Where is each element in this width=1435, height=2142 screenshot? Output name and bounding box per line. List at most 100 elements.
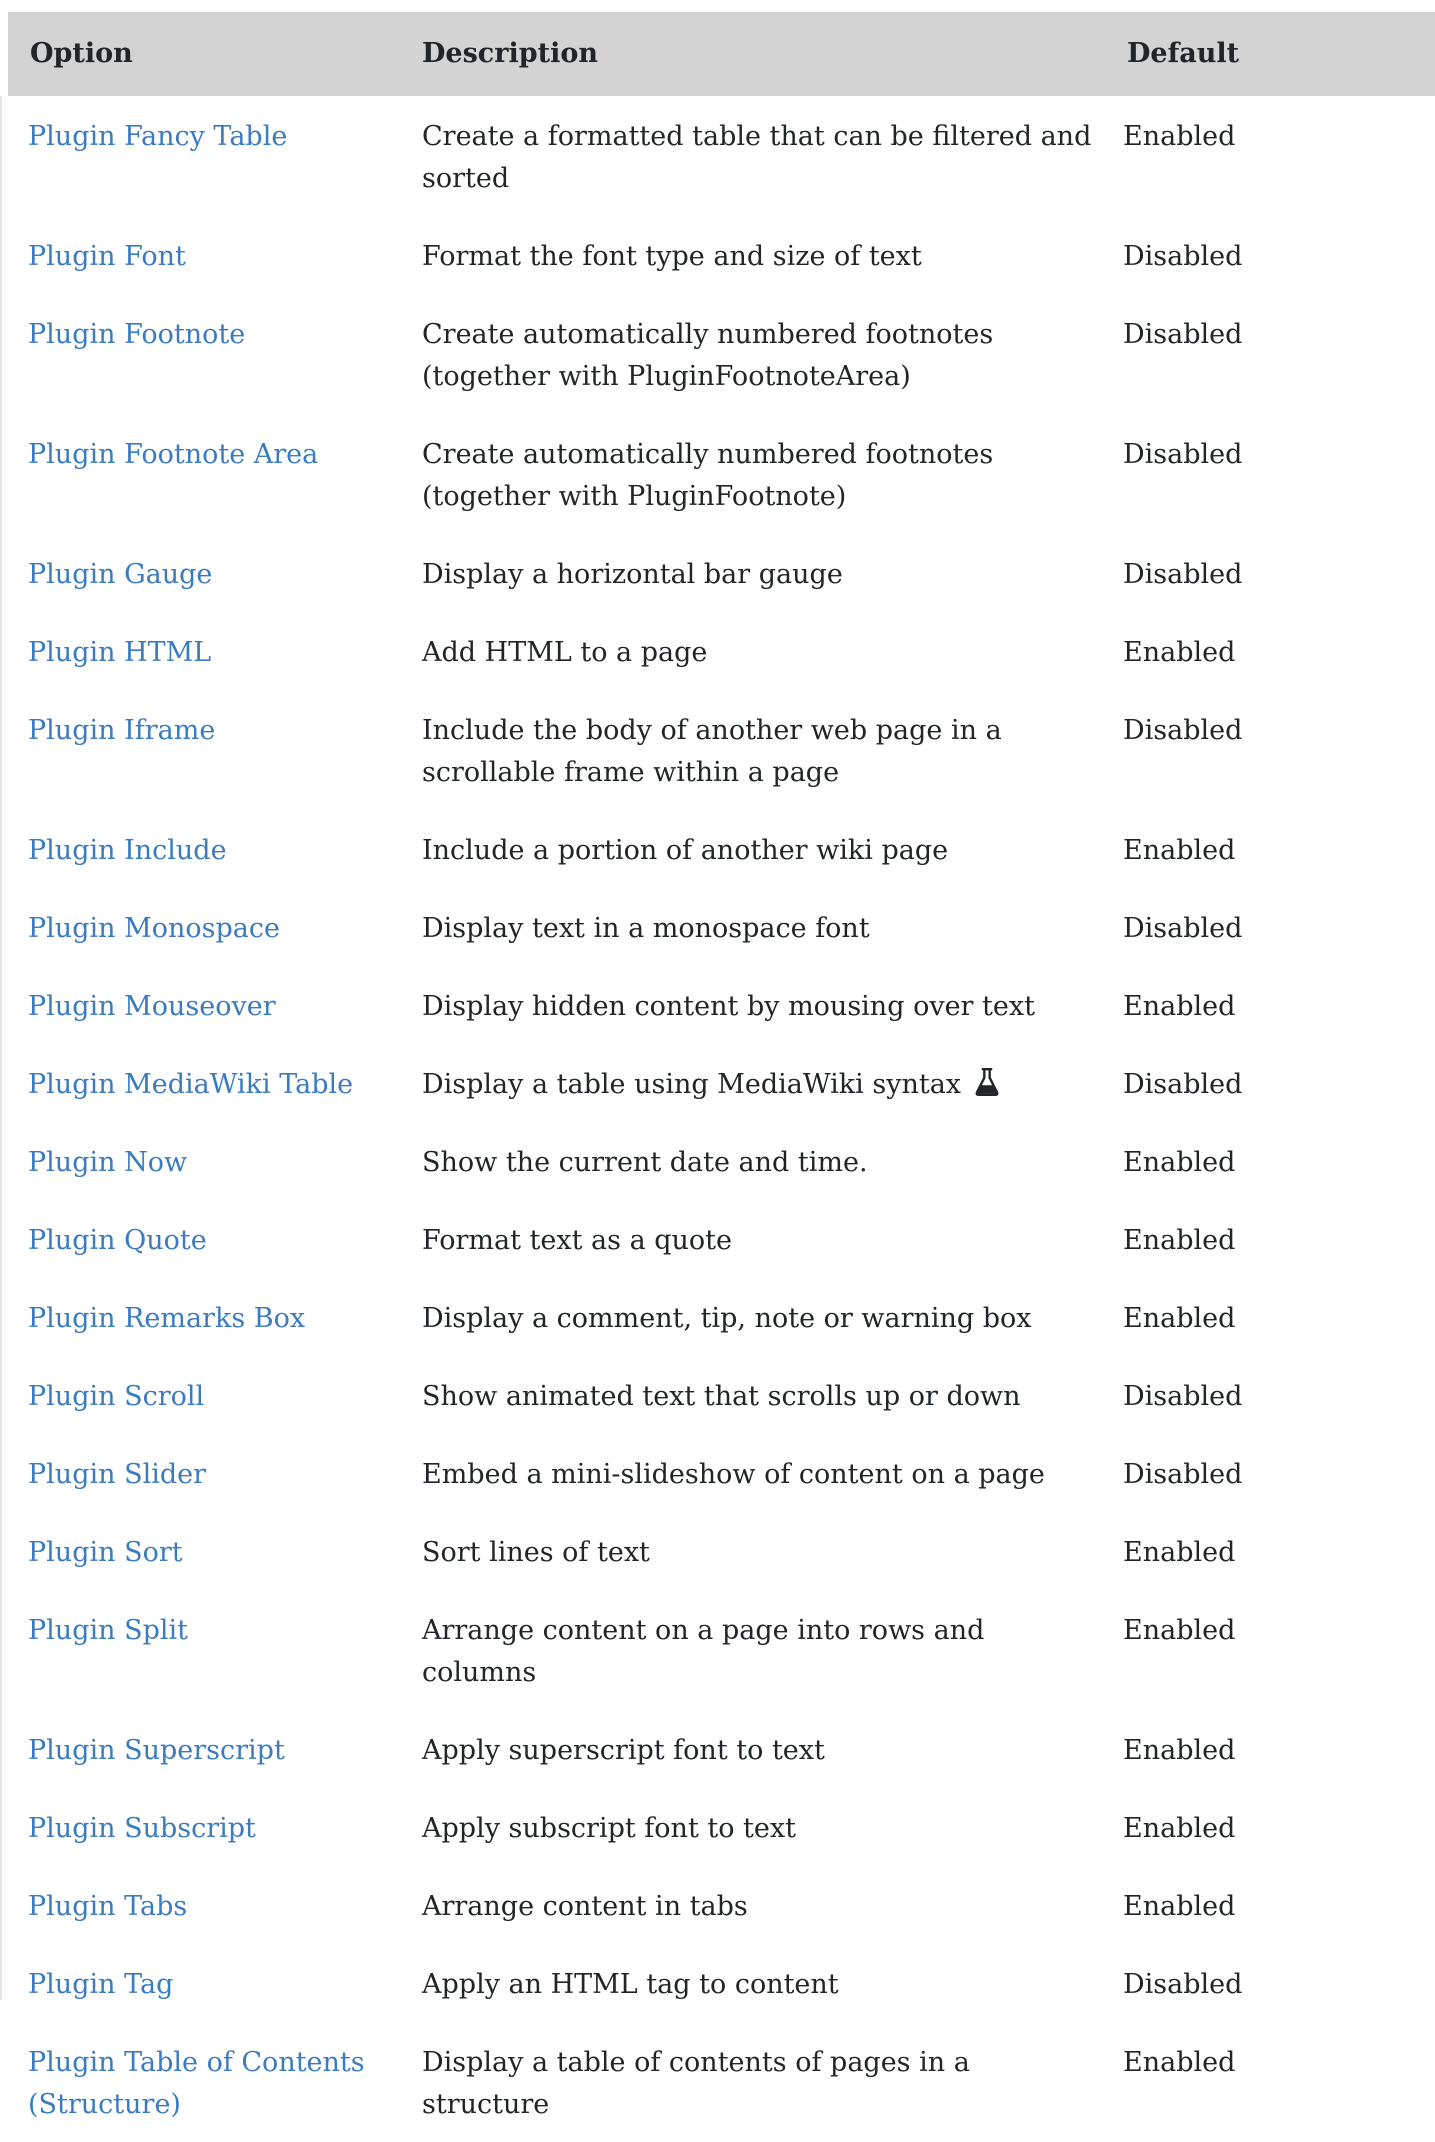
option-link[interactable]: Plugin Mouseover <box>28 991 276 1022</box>
option-link[interactable]: Plugin Font <box>28 241 186 272</box>
option-cell: Plugin Tabs <box>8 1866 404 1944</box>
default-cell: Enabled <box>1123 637 1236 668</box>
option-link[interactable]: Plugin Sort <box>28 1537 183 1568</box>
option-link[interactable]: Plugin Tabs <box>28 1891 187 1922</box>
default-cell: Enabled <box>1123 991 1236 1022</box>
option-cell: Plugin Fancy Table <box>8 96 404 216</box>
description-text: Apply an HTML tag to content <box>422 1969 839 2000</box>
table-row: Plugin Mouseover Display hidden content b… <box>8 966 1435 1044</box>
option-link[interactable]: Plugin Remarks Box <box>28 1303 305 1334</box>
option-link[interactable]: Plugin Iframe <box>28 715 215 746</box>
default-cell: Enabled <box>1123 1225 1236 1256</box>
table-row: Plugin MediaWiki Table Display a table us… <box>8 1044 1435 1122</box>
option-link[interactable]: Plugin MediaWiki Table <box>28 1069 353 1100</box>
description-text: Display hidden content by mousing over t… <box>422 991 1035 1022</box>
default-cell: Enabled <box>1123 1735 1236 1766</box>
option-cell: Plugin Slider <box>8 1434 404 1512</box>
description-cell: Embed a mini-slideshow of content on a p… <box>404 1434 1109 1512</box>
option-cell: Plugin Split <box>8 1590 404 1710</box>
option-link[interactable]: Plugin HTML <box>28 637 211 668</box>
column-header-option[interactable]: Option <box>8 12 404 96</box>
default-cell: Enabled <box>1123 1813 1236 1844</box>
default-cell: Disabled <box>1123 241 1243 272</box>
default-cell: Enabled <box>1123 1537 1236 1568</box>
plugin-options-table: Option Description Default Plugin Fancy … <box>8 12 1435 2142</box>
option-link[interactable]: Plugin Fancy Table <box>28 121 287 152</box>
column-header-description[interactable]: Description <box>404 12 1109 96</box>
option-cell: Plugin Table of Contents (Structure) <box>8 2022 404 2142</box>
description-text: Apply superscript font to text <box>422 1735 825 1766</box>
left-border <box>0 96 2 2000</box>
description-cell: Display a table of contents of pages in … <box>404 2022 1109 2142</box>
option-cell: Plugin MediaWiki Table <box>8 1044 404 1122</box>
option-link[interactable]: Plugin Quote <box>28 1225 207 1256</box>
column-header-default[interactable]: Default <box>1109 12 1435 96</box>
description-text: Display text in a monospace font <box>422 913 870 944</box>
description-text: Display a comment, tip, note or warning … <box>422 1303 1032 1334</box>
table-row: Plugin Monospace Display text in a monosp… <box>8 888 1435 966</box>
table-row: Plugin Gauge Display a horizontal bar gau… <box>8 534 1435 612</box>
table-row: Plugin Tag Apply an HTML tag to content Di… <box>8 1944 1435 2022</box>
default-cell: Enabled <box>1123 1615 1236 1646</box>
table-row: Plugin Footnote Create automatically numb… <box>8 294 1435 414</box>
option-cell: Plugin Sort <box>8 1512 404 1590</box>
description-text: Arrange content in tabs <box>422 1891 748 1922</box>
option-cell: Plugin Tag <box>8 1944 404 2022</box>
option-link[interactable]: Plugin Split <box>28 1615 188 1646</box>
option-link[interactable]: Plugin Scroll <box>28 1381 204 1412</box>
default-cell: Enabled <box>1123 1147 1236 1178</box>
description-text: Create automatically numbered footnotes … <box>422 319 994 392</box>
table-row: Plugin HTML Add HTML to a page Enabled <box>8 612 1435 690</box>
table-row: Plugin Sort Sort lines of text Enabled <box>8 1512 1435 1590</box>
option-cell: Plugin Remarks Box <box>8 1278 404 1356</box>
description-cell: Show animated text that scrolls up or do… <box>404 1356 1109 1434</box>
option-link[interactable]: Plugin Superscript <box>28 1735 285 1766</box>
option-link[interactable]: Plugin Monospace <box>28 913 280 944</box>
plugin-options-table-container: Option Description Default Plugin Fancy … <box>8 12 1435 2142</box>
default-cell: Enabled <box>1123 1891 1236 1922</box>
option-cell: Plugin Gauge <box>8 534 404 612</box>
option-link[interactable]: Plugin Footnote <box>28 319 245 350</box>
table-body: Plugin Fancy Table Create a formatted tab… <box>8 96 1435 2142</box>
option-cell: Plugin Footnote <box>8 294 404 414</box>
table-row: Plugin Include Include a portion of anoth… <box>8 810 1435 888</box>
default-cell: Disabled <box>1123 913 1243 944</box>
option-cell: Plugin Font <box>8 216 404 294</box>
table-row: Plugin Quote Format text as a quote Enable… <box>8 1200 1435 1278</box>
option-link[interactable]: Plugin Now <box>28 1147 187 1178</box>
option-link[interactable]: Plugin Slider <box>28 1459 206 1490</box>
table-row: Plugin Font Format the font type and size… <box>8 216 1435 294</box>
description-cell: Add HTML to a page <box>404 612 1109 690</box>
option-link[interactable]: Plugin Include <box>28 835 227 866</box>
description-cell: Display a table using MediaWiki syntax <box>404 1044 1109 1122</box>
option-cell: Plugin Subscript <box>8 1788 404 1866</box>
table-row: Plugin Remarks Box Display a comment, tip… <box>8 1278 1435 1356</box>
description-cell: Display text in a monospace font <box>404 888 1109 966</box>
option-link[interactable]: Plugin Table of Contents (Structure) <box>28 2047 365 2120</box>
option-cell: Plugin Now <box>8 1122 404 1200</box>
table-row: Plugin Split Arrange content on a page in… <box>8 1590 1435 1710</box>
option-cell: Plugin Monospace <box>8 888 404 966</box>
option-link[interactable]: Plugin Gauge <box>28 559 212 590</box>
description-cell: Display a comment, tip, note or warning … <box>404 1278 1109 1356</box>
table-row: Plugin Slider Embed a mini-slideshow of c… <box>8 1434 1435 1512</box>
option-cell: Plugin Mouseover <box>8 966 404 1044</box>
option-link[interactable]: Plugin Subscript <box>28 1813 256 1844</box>
description-text: Create automatically numbered footnotes … <box>422 439 994 512</box>
description-cell: Format text as a quote <box>404 1200 1109 1278</box>
table-row: Plugin Fancy Table Create a formatted tab… <box>8 96 1435 216</box>
description-text: Embed a mini-slideshow of content on a p… <box>422 1459 1045 1490</box>
option-link[interactable]: Plugin Tag <box>28 1969 173 2000</box>
default-cell: Enabled <box>1123 1303 1236 1334</box>
description-cell: Apply an HTML tag to content <box>404 1944 1109 2022</box>
description-text: Format the font type and size of text <box>422 241 922 272</box>
table-row: Plugin Footnote Area Create automatically… <box>8 414 1435 534</box>
option-cell: Plugin Scroll <box>8 1356 404 1434</box>
description-text: Format text as a quote <box>422 1225 733 1256</box>
table-header: Option Description Default <box>8 12 1435 96</box>
option-cell: Plugin Iframe <box>8 690 404 810</box>
option-link[interactable]: Plugin Footnote Area <box>28 439 318 470</box>
default-cell: Enabled <box>1123 121 1236 152</box>
header-row: Option Description Default <box>8 12 1435 96</box>
description-text: Display a table of contents of pages in … <box>422 2047 970 2120</box>
